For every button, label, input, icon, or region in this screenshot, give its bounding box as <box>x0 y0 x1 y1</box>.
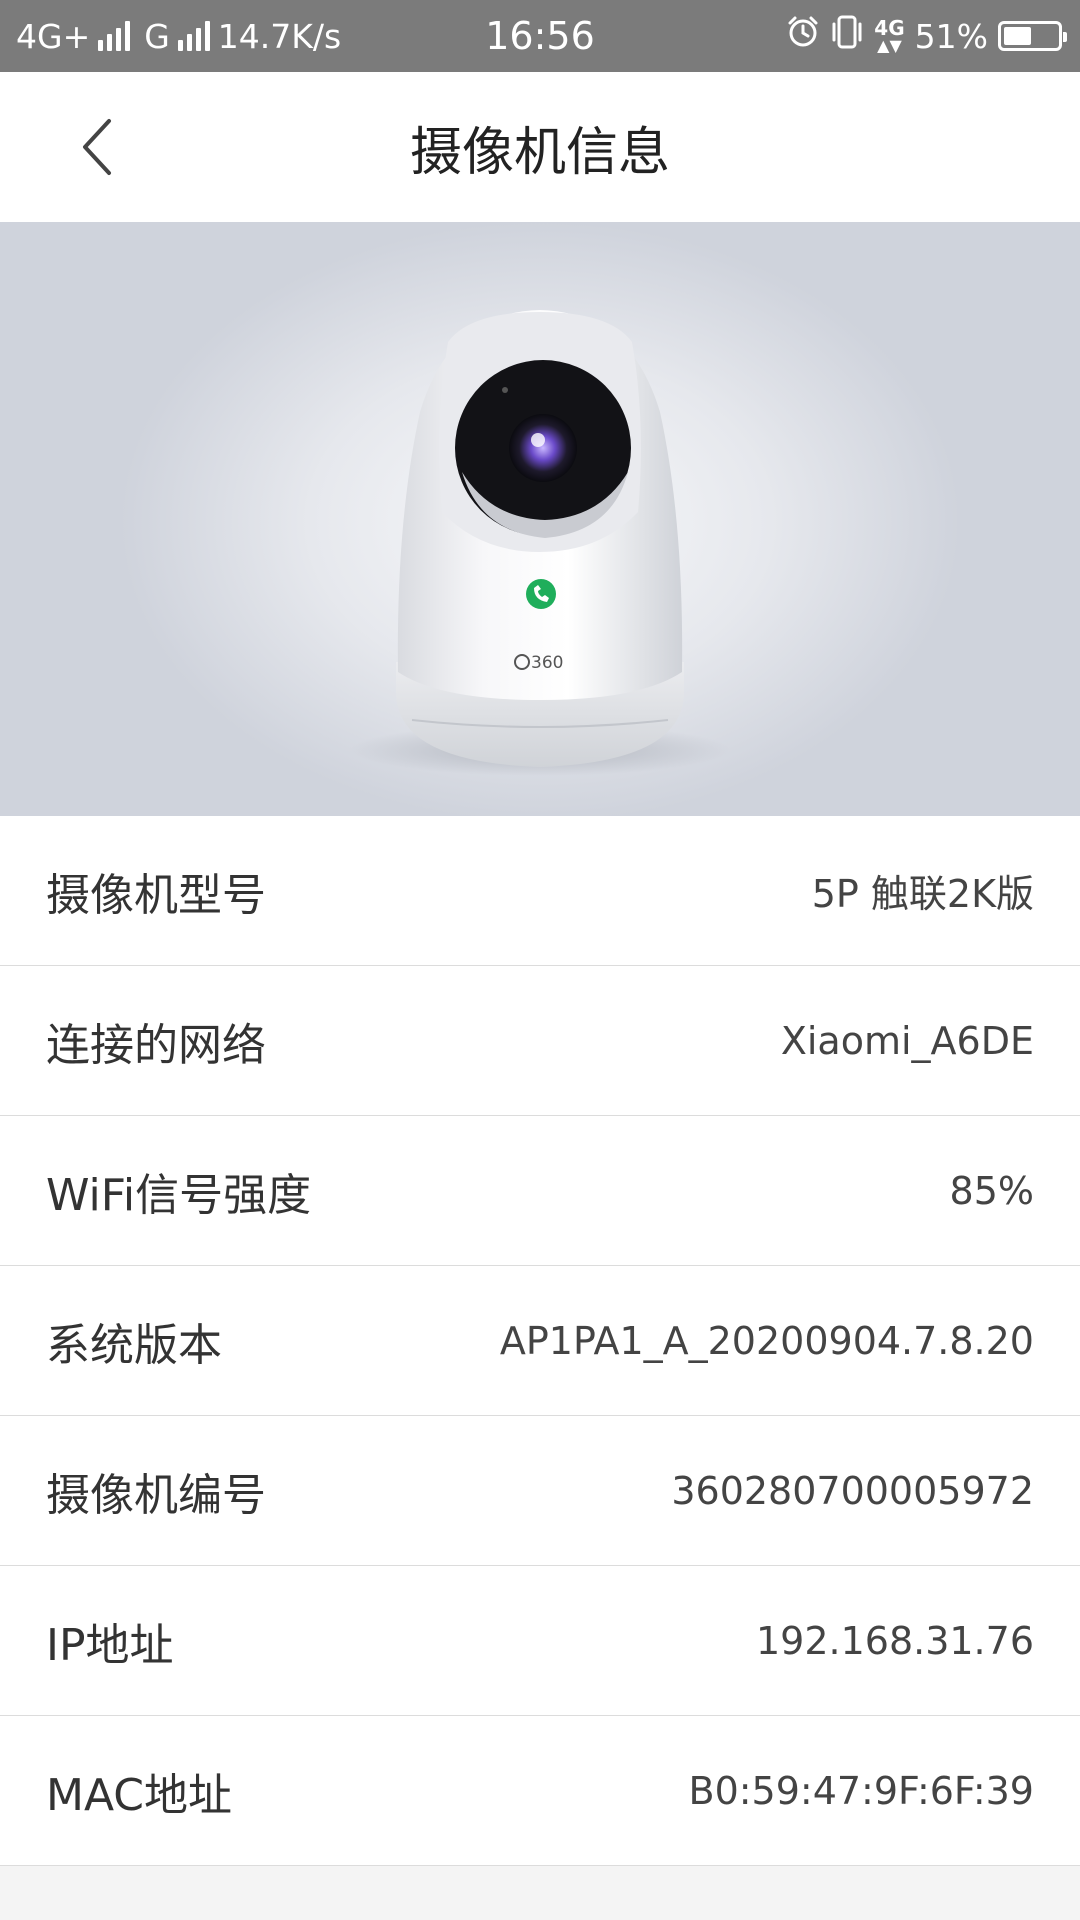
battery-percent: 51% <box>914 16 988 56</box>
network-type-primary: 4G+ <box>16 16 91 56</box>
camera-info-list: 摄像机型号 5P 触联2K版 连接的网络 Xiaomi_A6DE WiFi信号强… <box>0 816 1080 1866</box>
status-right: 4G ▲▼ 51% <box>786 0 1067 72</box>
camera-illustration: 360 <box>350 310 730 776</box>
wifi-strength-label: WiFi信号强度 <box>46 1169 312 1221</box>
mac-value: B0:59:47:9F:6F:39 <box>688 1768 1035 1813</box>
serial-label: 摄像机编号 <box>46 1469 266 1521</box>
brand-logo: 360 <box>531 653 563 673</box>
camera-image: 360 <box>0 222 1080 816</box>
status-bar: 4G+ G 14.7K/s 16:56 4G ▲▼ 51% <box>0 0 1080 72</box>
header: 摄像机信息 <box>0 72 1080 222</box>
serial-value: 360280700005972 <box>671 1468 1034 1513</box>
info-row-serial: 摄像机编号 360280700005972 <box>0 1416 1080 1566</box>
firmware-value: AP1PA1_A_20200904.7.8.20 <box>499 1318 1034 1363</box>
network-type-secondary: G <box>144 16 170 56</box>
network-label: 连接的网络 <box>46 1019 266 1071</box>
model-value: 5P 触联2K版 <box>811 872 1034 916</box>
info-row-ip: IP地址 192.168.31.76 <box>0 1566 1080 1716</box>
info-row-firmware: 系统版本 AP1PA1_A_20200904.7.8.20 <box>0 1266 1080 1416</box>
signal-icon <box>177 21 210 51</box>
info-row-model: 摄像机型号 5P 触联2K版 <box>0 816 1080 966</box>
alarm-icon <box>786 15 820 57</box>
chevron-left-icon <box>83 119 111 175</box>
info-row-wifi-strength: WiFi信号强度 85% <box>0 1116 1080 1266</box>
vibrate-icon <box>830 14 864 58</box>
network-speed: 14.7K/s <box>217 16 342 56</box>
mac-label: MAC地址 <box>46 1769 233 1821</box>
model-label: 摄像机型号 <box>46 869 266 921</box>
battery-level-fill <box>1004 27 1031 45</box>
wifi-strength-value: 85% <box>949 1168 1034 1213</box>
network-value: Xiaomi_A6DE <box>780 1018 1034 1063</box>
mobile-data-icon: 4G ▲▼ <box>874 16 905 55</box>
page-title: 摄像机信息 <box>409 122 670 183</box>
info-row-mac: MAC地址 B0:59:47:9F:6F:39 <box>0 1716 1080 1866</box>
firmware-label: 系统版本 <box>46 1319 222 1371</box>
status-left: 4G+ G 14.7K/s <box>16 0 341 72</box>
signal-icon <box>98 21 131 51</box>
battery-icon <box>998 21 1067 51</box>
back-button[interactable] <box>62 112 132 182</box>
info-row-network: 连接的网络 Xiaomi_A6DE <box>0 966 1080 1116</box>
ip-label: IP地址 <box>46 1619 174 1671</box>
ip-value: 192.168.31.76 <box>755 1618 1034 1663</box>
